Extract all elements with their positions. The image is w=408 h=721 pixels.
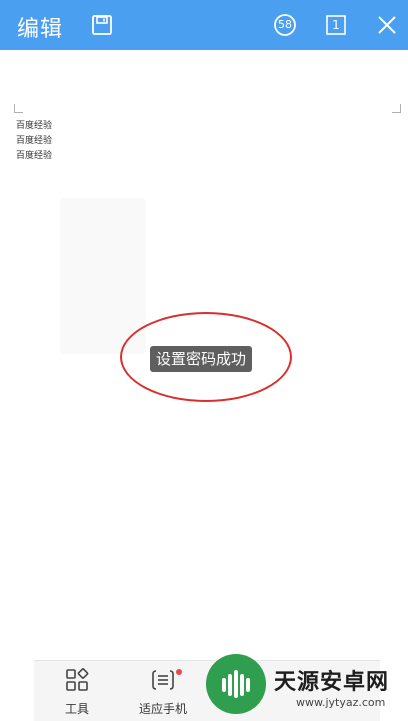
toast-message: 设置密码成功 <box>150 346 253 372</box>
grid-tools-icon <box>66 668 89 691</box>
watermark-url: www.jytyaz.com <box>296 696 386 709</box>
notification-dot <box>176 669 182 675</box>
faded-dialog-remnant <box>60 198 146 354</box>
fit-phone-label: 适应手机 <box>138 702 187 716</box>
tools-button[interactable]: 工具 <box>42 667 112 717</box>
fit-phone-icon <box>152 670 174 690</box>
watermark-title: 天源安卓网 <box>274 670 390 695</box>
android-robot-icon <box>222 670 250 698</box>
document-line-2: 百度经验 <box>16 136 53 146</box>
page-corner-marker-right <box>392 104 401 113</box>
save-icon[interactable] <box>89 12 115 38</box>
close-icon[interactable] <box>374 12 400 38</box>
top-app-bar: 编辑 58 1 <box>0 0 408 50</box>
page-corner-marker-left <box>14 104 23 113</box>
document-line-3: 百度经验 <box>16 151 53 161</box>
counter-badge-text: 58 <box>278 18 292 31</box>
document-line-1: 百度经验 <box>16 121 53 131</box>
fit-phone-button[interactable]: 适应手机 <box>128 667 198 717</box>
edit-title[interactable]: 编辑 <box>17 11 63 43</box>
tools-label: 工具 <box>64 702 89 716</box>
page-number-text: 1 <box>332 18 340 32</box>
watermark-logo <box>206 654 266 714</box>
counter-icon[interactable]: 58 <box>272 12 298 38</box>
page-icon[interactable]: 1 <box>323 12 349 38</box>
